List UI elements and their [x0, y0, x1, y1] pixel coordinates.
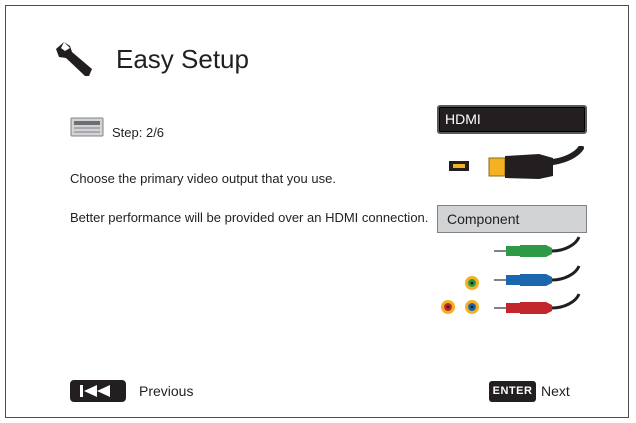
hdmi-cable-icon	[449, 146, 584, 179]
previous-label[interactable]: Previous	[139, 383, 193, 399]
setup-screen: Easy Setup Step: 2/6 Choose the primary …	[5, 5, 629, 418]
hint-text: Better performance will be provided over…	[70, 210, 429, 225]
step-indicator: Step: 2/6	[112, 125, 165, 140]
option-component[interactable]: Component	[437, 205, 587, 233]
instruction-text: Choose the primary video output that you…	[70, 171, 336, 186]
skip-previous-icon[interactable]	[70, 380, 126, 402]
enter-key[interactable]: ENTER	[489, 381, 536, 402]
wrench-icon	[56, 42, 92, 76]
page-title: Easy Setup	[116, 44, 249, 74]
display-panel-icon	[70, 117, 104, 137]
component-cable-icon	[441, 236, 581, 314]
option-hdmi[interactable]: HDMI	[437, 105, 587, 134]
next-label[interactable]: Next	[541, 383, 570, 399]
